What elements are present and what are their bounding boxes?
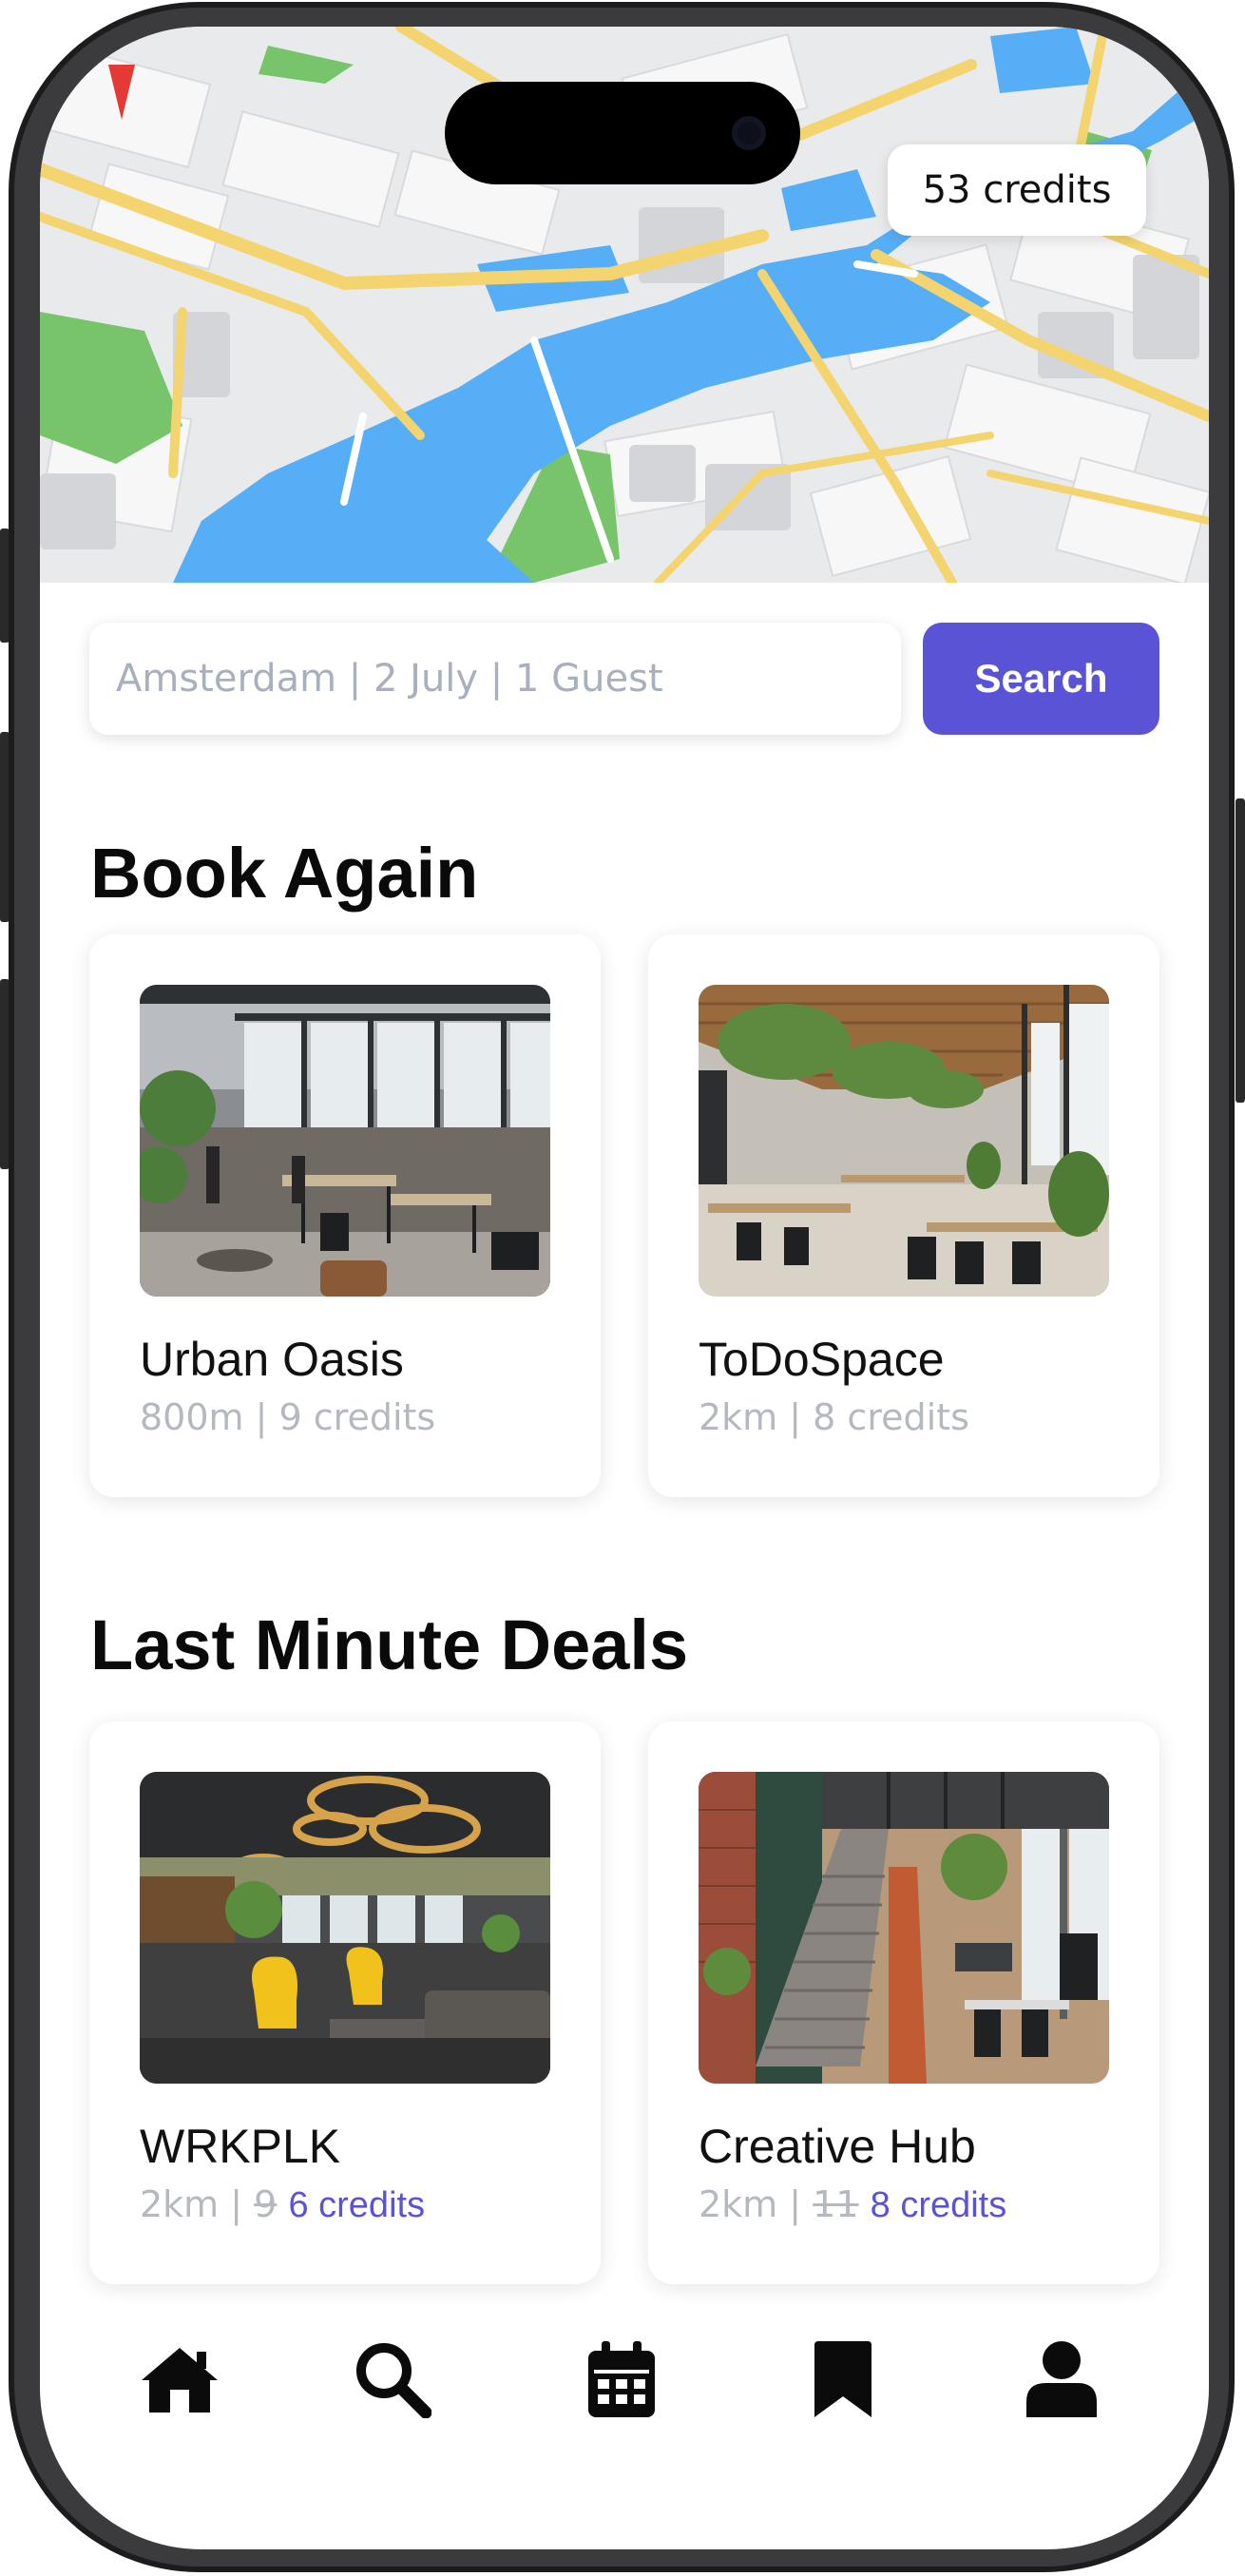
meta-separator: |	[777, 2183, 814, 2225]
dynamic-island	[445, 82, 800, 184]
meta-separator: |	[243, 1396, 279, 1438]
power-button	[1235, 798, 1245, 1103]
space-name: WRKPLK	[140, 2120, 341, 2173]
space-distance: 2km	[699, 1396, 778, 1438]
search-field[interactable]	[89, 623, 901, 735]
meta-separator: |	[219, 2183, 255, 2225]
search-button[interactable]: Search	[923, 623, 1159, 735]
app-screen: 53 credits Search Book Again	[40, 27, 1209, 2549]
credits-badge[interactable]: 53 credits	[888, 144, 1146, 236]
space-photo	[699, 985, 1109, 1297]
space-name: Urban Oasis	[140, 1333, 404, 1386]
bottom-tab-bar	[40, 2327, 1209, 2479]
search-icon	[356, 2343, 431, 2418]
calendar-icon	[588, 2341, 655, 2417]
space-card-wrkplk[interactable]: WRKPLK 2km | 9 6 credits	[89, 1721, 601, 2284]
old-price: 9	[254, 2183, 278, 2225]
space-name: Creative Hub	[699, 2120, 976, 2173]
tab-saved[interactable]	[791, 2327, 895, 2432]
old-price: 11	[813, 2183, 859, 2225]
space-meta: 800m | 9 credits	[140, 1396, 435, 1438]
space-photo	[140, 985, 550, 1297]
space-meta: 2km | 11 8 credits	[699, 2183, 1006, 2226]
profile-icon	[1026, 2341, 1097, 2417]
space-distance: 800m	[140, 1396, 244, 1438]
meta-separator: |	[777, 1396, 814, 1438]
tab-home[interactable]	[127, 2327, 232, 2432]
space-card-creative-hub[interactable]: Creative Hub 2km | 11 8 credits	[648, 1721, 1159, 2284]
tab-bookings[interactable]	[569, 2327, 674, 2432]
space-meta: 2km | 8 credits	[699, 1396, 969, 1438]
space-distance: 2km	[140, 2183, 220, 2225]
tab-search[interactable]	[340, 2327, 445, 2432]
space-card-todospace[interactable]: ToDoSpace 2km | 8 credits	[648, 934, 1159, 1497]
book-again-title: Book Again	[90, 834, 479, 913]
space-credits: 8 credits	[813, 1396, 969, 1438]
space-distance: 2km	[699, 2183, 778, 2225]
space-credits: 9 credits	[278, 1396, 436, 1438]
last-minute-deals-title: Last Minute Deals	[90, 1605, 689, 1684]
deal-price: 6 credits	[288, 2185, 426, 2225]
home-icon	[142, 2348, 218, 2413]
bookmark-icon	[814, 2341, 872, 2417]
camera-icon	[732, 116, 766, 150]
deal-price: 8 credits	[870, 2185, 1007, 2225]
search-input[interactable]	[114, 656, 901, 702]
space-photo	[699, 1772, 1109, 2084]
space-photo	[140, 1772, 550, 2084]
space-meta: 2km | 9 6 credits	[140, 2183, 425, 2226]
space-name: ToDoSpace	[699, 1333, 945, 1386]
tab-profile[interactable]	[1009, 2327, 1114, 2432]
space-card-urban-oasis[interactable]: Urban Oasis 800m | 9 credits	[89, 934, 601, 1497]
